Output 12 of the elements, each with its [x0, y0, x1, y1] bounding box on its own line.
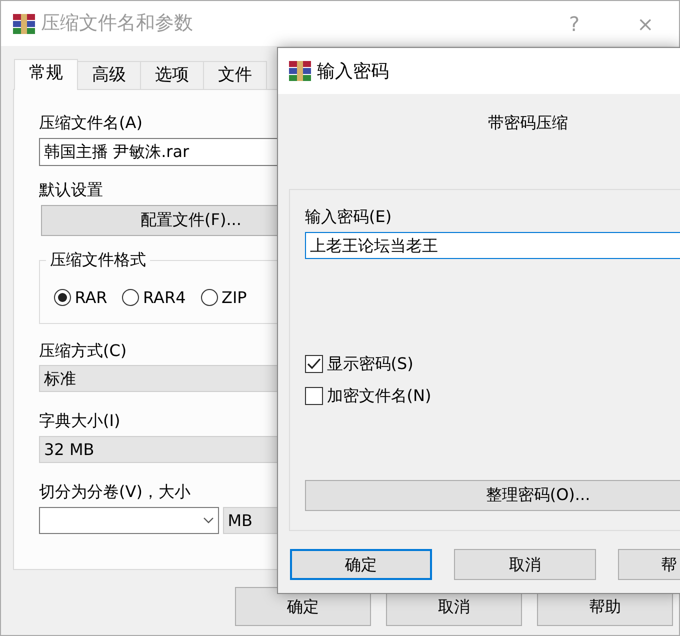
group-label: 压缩文件格式: [46, 248, 150, 270]
field-label: 字典大小(I): [39, 410, 120, 432]
field-label: 切分为分卷(V)，大小: [39, 481, 190, 503]
dialog-heading: 带密码压缩: [488, 112, 568, 134]
window-title: 压缩文件名和参数: [41, 11, 193, 36]
radio-label: ZIP: [222, 286, 247, 308]
field-label: 默认设置: [39, 178, 103, 201]
radio-label: RAR4: [143, 286, 186, 308]
field-label: 压缩文件名(A): [39, 112, 142, 134]
radio-label: RAR: [74, 286, 108, 308]
field-label: 压缩方式(C): [39, 340, 127, 362]
dialog-title: 输入密码: [317, 60, 389, 84]
